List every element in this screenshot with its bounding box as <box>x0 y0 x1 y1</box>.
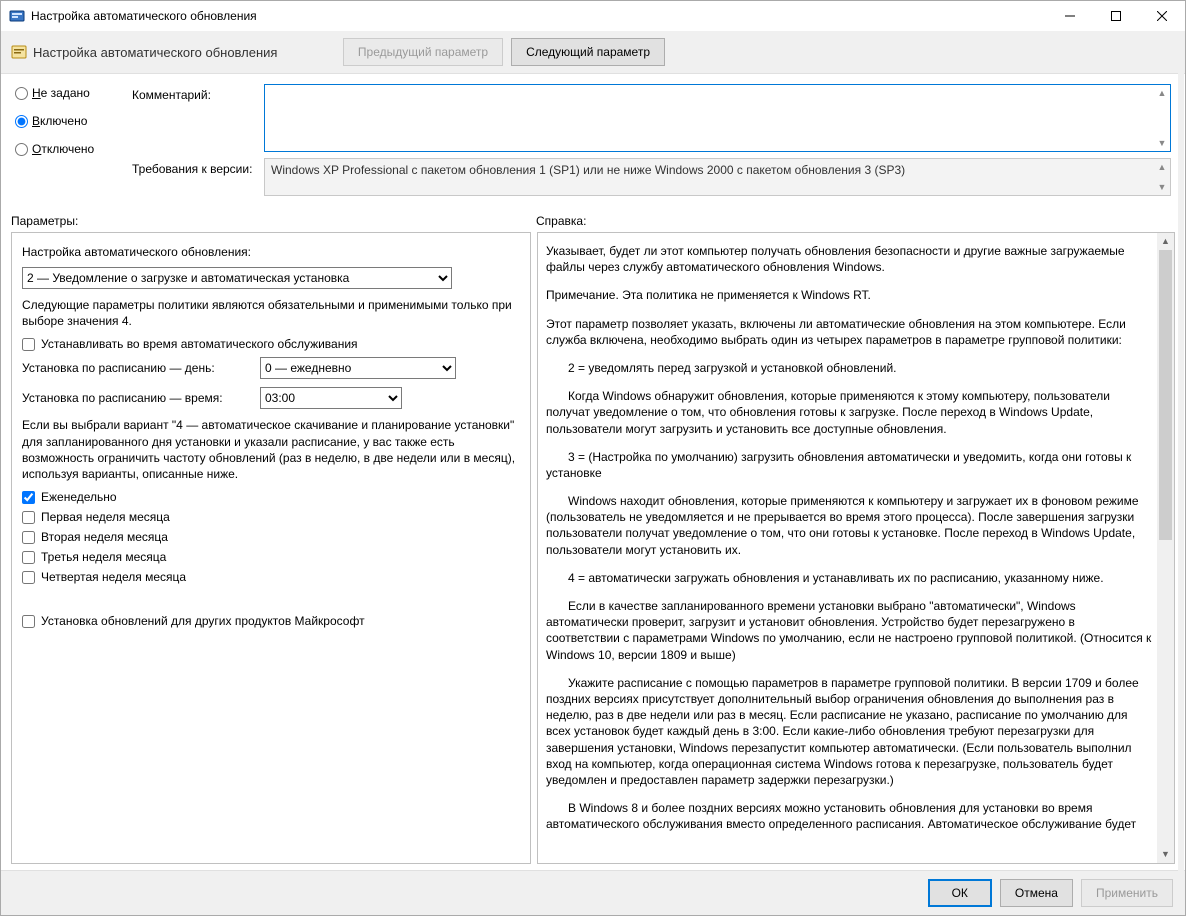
close-button[interactable] <box>1139 1 1185 31</box>
help-text: 2 = уведомлять перед загрузкой и установ… <box>546 360 1152 376</box>
help-text: 3 = (Настройка по умолчанию) загрузить о… <box>546 449 1152 481</box>
window-title: Настройка автоматического обновления <box>31 9 1047 23</box>
update-mode-select[interactable]: 2 — Уведомление о загрузке и автоматичес… <box>22 267 452 289</box>
help-text: Windows находит обновления, которые прим… <box>546 493 1152 558</box>
week1-checkbox[interactable] <box>22 511 35 524</box>
app-icon <box>9 8 25 24</box>
options-note-1: Следующие параметры политики являются об… <box>22 297 520 329</box>
supported-label: Требования к версии: <box>132 158 262 196</box>
help-text: В Windows 8 и более поздних версиях можн… <box>546 800 1152 832</box>
comment-scrollbar[interactable]: ▲ ▼ <box>1155 86 1169 150</box>
previous-setting-button[interactable]: Предыдущий параметр <box>343 38 503 66</box>
supported-text: Windows XP Professional с пакетом обновл… <box>271 163 905 177</box>
policy-icon <box>11 44 27 60</box>
dialog-footer: ОК Отмена Применить <box>1 870 1185 915</box>
help-text: Укажите расписание с помощью параметров … <box>546 675 1152 788</box>
weekly-checkbox[interactable] <box>22 491 35 504</box>
gpo-editor-window: Настройка автоматического обновления Нас… <box>0 0 1186 916</box>
schedule-day-select[interactable]: 0 — ежедневно <box>260 357 456 379</box>
panes-row: Настройка автоматического обновления: 2 … <box>1 232 1185 870</box>
ok-button[interactable]: ОК <box>928 879 992 907</box>
scroll-up-icon[interactable]: ▲ <box>1155 160 1169 174</box>
week4-checkbox[interactable] <box>22 571 35 584</box>
minimize-button[interactable] <box>1047 1 1093 31</box>
schedule-time-label: Установка по расписанию — время: <box>22 391 252 405</box>
scroll-down-icon[interactable]: ▼ <box>1157 846 1174 863</box>
policy-title: Настройка автоматического обновления <box>33 45 277 60</box>
schedule-day-label: Установка по расписанию — день: <box>22 361 252 375</box>
options-note-2: Если вы выбрали вариант "4 — автоматичес… <box>22 417 520 482</box>
week3-checkbox[interactable] <box>22 551 35 564</box>
help-header: Справка: <box>536 214 586 228</box>
maintenance-window-label: Устанавливать во время автоматического о… <box>41 337 358 351</box>
maintenance-window-checkbox[interactable] <box>22 338 35 351</box>
supported-box: Windows XP Professional с пакетом обновл… <box>264 158 1171 196</box>
scroll-down-icon[interactable]: ▼ <box>1155 180 1169 194</box>
help-text: 4 = автоматически загружать обновления и… <box>546 570 1152 586</box>
help-text: Когда Windows обнаружит обновления, кото… <box>546 388 1152 437</box>
scroll-up-icon[interactable]: ▲ <box>1157 233 1174 250</box>
toolbar: Настройка автоматического обновления Пре… <box>1 31 1185 74</box>
help-text: Если в качестве запланированного времени… <box>546 598 1152 663</box>
radio-not-configured[interactable]: Не задано <box>15 86 130 100</box>
titlebar: Настройка автоматического обновления <box>1 1 1185 31</box>
options-pane: Настройка автоматического обновления: 2 … <box>11 232 531 864</box>
week3-label: Третья неделя месяца <box>41 550 166 564</box>
help-scrollbar[interactable]: ▲ ▼ <box>1157 233 1174 863</box>
help-text: Этот параметр позволяет указать, включен… <box>546 316 1152 348</box>
top-form: Не задано Включено Отключено Комментарий… <box>1 74 1185 200</box>
state-radios: Не задано Включено Отключено <box>15 84 130 196</box>
scroll-down-icon[interactable]: ▼ <box>1155 136 1169 150</box>
week2-label: Вторая неделя месяца <box>41 530 168 544</box>
scroll-thumb[interactable] <box>1159 250 1172 540</box>
maximize-button[interactable] <box>1093 1 1139 31</box>
options-header: Параметры: <box>11 214 536 228</box>
other-ms-products-label: Установка обновлений для других продукто… <box>41 614 365 628</box>
week4-label: Четвертая неделя месяца <box>41 570 186 584</box>
cancel-button[interactable]: Отмена <box>1000 879 1073 907</box>
comment-label: Комментарий: <box>132 84 262 158</box>
radio-enabled[interactable]: Включено <box>15 114 130 128</box>
week1-label: Первая неделя месяца <box>41 510 170 524</box>
help-text: Примечание. Эта политика не применяется … <box>546 287 1152 303</box>
schedule-time-select[interactable]: 03:00 <box>260 387 402 409</box>
next-setting-button[interactable]: Следующий параметр <box>511 38 665 66</box>
supported-scrollbar[interactable]: ▲ ▼ <box>1155 160 1169 194</box>
scroll-up-icon[interactable]: ▲ <box>1155 86 1169 100</box>
window-scrollbar[interactable] <box>1178 32 1184 914</box>
section-headers: Параметры: Справка: <box>1 200 1185 232</box>
other-ms-products-checkbox[interactable] <box>22 615 35 628</box>
radio-disabled[interactable]: Отключено <box>15 142 130 156</box>
help-text: Указывает, будет ли этот компьютер получ… <box>546 243 1152 275</box>
apply-button[interactable]: Применить <box>1081 879 1173 907</box>
help-pane: Указывает, будет ли этот компьютер получ… <box>537 232 1175 864</box>
week2-checkbox[interactable] <box>22 531 35 544</box>
update-mode-label: Настройка автоматического обновления: <box>22 245 520 259</box>
comment-textarea[interactable]: ▲ ▼ <box>264 84 1171 152</box>
weekly-label: Еженедельно <box>41 490 117 504</box>
